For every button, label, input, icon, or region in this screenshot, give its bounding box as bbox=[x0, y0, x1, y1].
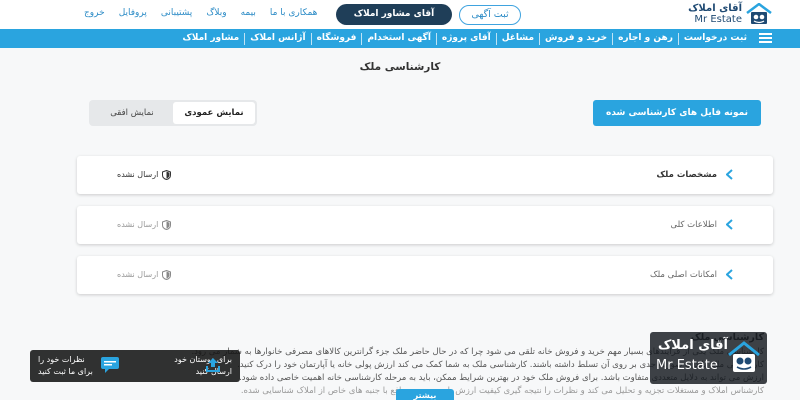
section-general-info[interactable]: اطلاعات کلی ارسال نشده bbox=[77, 206, 773, 244]
link-blog[interactable]: وبلاگ bbox=[206, 8, 226, 18]
view-horizontal-option[interactable]: نمایش افقی bbox=[91, 102, 173, 124]
share-icon[interactable] bbox=[204, 356, 222, 374]
nav-item-project[interactable]: آقای پروژه bbox=[437, 29, 496, 48]
logo-text-fa: آقای املاک bbox=[688, 3, 742, 14]
nav-item-store[interactable]: فروشگاه bbox=[312, 29, 362, 48]
comment-text: برای ما ثبت کنید bbox=[38, 367, 93, 376]
brand-text-en: Mr Estate bbox=[656, 358, 718, 373]
nav-item-request[interactable]: ثبت درخواست bbox=[679, 29, 752, 48]
top-header: آقای املاک Mr Estate ثبت آگهی آقای مشاور… bbox=[0, 0, 800, 30]
nav-item-hiring[interactable]: آگهی استخدام bbox=[362, 29, 435, 48]
share-comment-bar: برای دوستان خود ارسال کنید نظرات خود را … bbox=[30, 350, 240, 382]
article-line: کارشناس املاک و مستغلات تجزیه و تحلیل می… bbox=[240, 386, 764, 396]
nav-item-buy-sell[interactable]: خرید و فروش bbox=[540, 29, 612, 48]
shield-icon bbox=[162, 170, 172, 180]
logo-house-icon bbox=[746, 3, 772, 24]
link-cooperate[interactable]: همکاری با ما bbox=[270, 8, 318, 18]
nav-item-rent[interactable]: رهن و اجاره bbox=[613, 29, 678, 48]
section-title: مشخصات ملک bbox=[656, 170, 717, 180]
link-logout[interactable]: خروج bbox=[84, 8, 105, 18]
sample-files-button[interactable]: نمونه فایل های کارشناسی شده bbox=[593, 100, 761, 126]
main-nav: ثبت درخواست رهن و اجاره خرید و فروش مشاغ… bbox=[0, 29, 800, 48]
link-profile[interactable]: پروفایل bbox=[119, 8, 147, 18]
logo-house-icon bbox=[728, 341, 760, 372]
read-more-button[interactable]: بیشتر bbox=[396, 389, 454, 400]
brand-watermark: آقای املاک Mr Estate bbox=[650, 332, 767, 384]
link-support[interactable]: پشتیبانی bbox=[161, 8, 192, 18]
status-badge: ارسال نشده bbox=[117, 156, 172, 194]
view-toggle: نمایش عمودی نمایش افقی bbox=[89, 100, 257, 126]
chevron-left-icon bbox=[726, 169, 733, 180]
page-title: کارشناسی ملک bbox=[359, 61, 441, 73]
section-title: امکانات اصلی ملک bbox=[649, 270, 717, 280]
hamburger-icon[interactable] bbox=[759, 33, 772, 43]
status-badge: ارسال نشده bbox=[117, 256, 172, 294]
section-main-amenities[interactable]: امکانات اصلی ملک ارسال نشده bbox=[77, 256, 773, 294]
advisor-button[interactable]: آقای مشاور املاک bbox=[336, 4, 452, 25]
view-vertical-option[interactable]: نمایش عمودی bbox=[173, 102, 255, 124]
section-title: اطلاعات کلی bbox=[670, 220, 717, 230]
chevron-left-icon bbox=[726, 219, 733, 230]
nav-item-consultant[interactable]: مشاور املاک bbox=[178, 29, 245, 48]
brand-text-fa: آقای املاک bbox=[658, 338, 728, 353]
comment-icon[interactable] bbox=[100, 356, 120, 374]
link-insurance[interactable]: بیمه bbox=[241, 8, 256, 18]
site-logo[interactable]: آقای املاک Mr Estate bbox=[688, 3, 772, 25]
post-ad-button[interactable]: ثبت آگهی bbox=[459, 5, 521, 25]
section-property-specs[interactable]: مشخصات ملک ارسال نشده bbox=[77, 156, 773, 194]
chevron-left-icon bbox=[726, 269, 733, 280]
shield-icon bbox=[162, 220, 172, 230]
top-links: همکاری با ما بیمه وبلاگ پشتیبانی پروفایل… bbox=[84, 8, 317, 18]
nav-item-jobs[interactable]: مشاغل bbox=[497, 29, 539, 48]
logo-text-en: Mr Estate bbox=[694, 14, 742, 25]
nav-item-agency[interactable]: آژانس املاک bbox=[245, 29, 310, 48]
shield-icon bbox=[162, 270, 172, 280]
status-badge: ارسال نشده bbox=[117, 206, 172, 244]
comment-text: نظرات خود را bbox=[38, 355, 85, 364]
